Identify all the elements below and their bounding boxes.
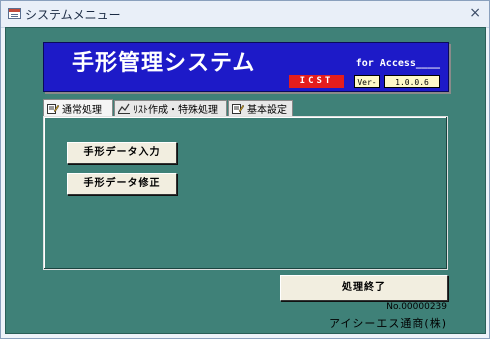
- tab-label: 通常処理: [62, 104, 102, 116]
- tab-label: ﾘｽﾄ作成・特殊処理: [133, 105, 218, 116]
- form-window-icon: [8, 8, 21, 19]
- tab-panel-normal-processing: 手形データ入力 手形データ修正: [43, 116, 448, 270]
- form-edit-icon: [47, 103, 59, 114]
- close-button[interactable]: ×: [469, 5, 481, 21]
- tab-normal-processing[interactable]: 通常処理: [43, 99, 113, 116]
- document-number: No.00000239: [386, 302, 447, 312]
- version-label: Ver-: [354, 75, 380, 88]
- form-client-area: 手形管理システム for Access____ ICST Ver- 1.0.0.…: [5, 27, 486, 334]
- version-value: 1.0.0.6: [384, 75, 440, 88]
- brand-badge: ICST: [289, 75, 344, 88]
- form-edit-icon: [232, 104, 244, 114]
- bill-data-edit-button[interactable]: 手形データ修正: [67, 173, 177, 195]
- exit-button[interactable]: 処理終了: [280, 275, 448, 301]
- company-name: アイシーエス通商(株): [328, 317, 447, 330]
- app-title: 手形管理システム: [72, 50, 256, 76]
- app-window: システムメニュー × 手形管理システム for Access____ ICST …: [0, 0, 490, 339]
- title-bar[interactable]: システムメニュー ×: [1, 1, 489, 28]
- tab-basic-settings[interactable]: 基本設定: [228, 100, 293, 116]
- tab-label: 基本設定: [247, 105, 287, 116]
- chart-icon: [118, 103, 130, 114]
- bill-data-input-button[interactable]: 手形データ入力: [67, 142, 177, 164]
- tab-list-special-processing[interactable]: ﾘｽﾄ作成・特殊処理: [114, 100, 227, 116]
- header-banner: 手形管理システム for Access____ ICST Ver- 1.0.0.…: [43, 42, 449, 92]
- window-title: システムメニュー: [25, 8, 121, 22]
- app-subtitle: for Access____: [355, 58, 440, 69]
